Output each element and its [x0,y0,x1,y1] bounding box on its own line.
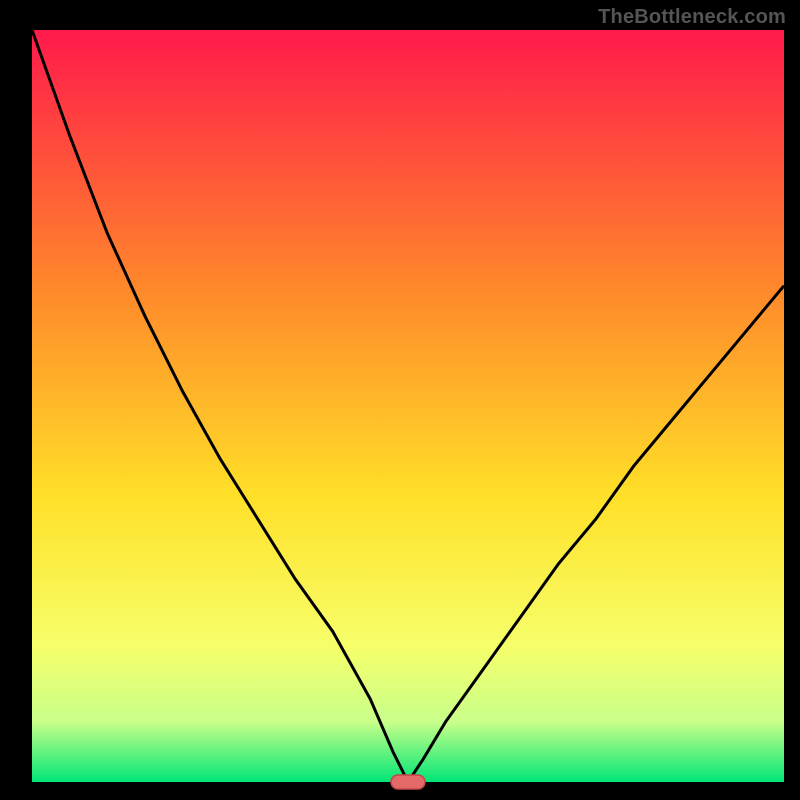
chart-container: TheBottleneck.com [0,0,800,800]
watermark-text: TheBottleneck.com [598,6,786,29]
optimal-marker [391,775,425,789]
plot-area-gradient [32,30,784,782]
bottleneck-chart-svg [0,0,800,800]
